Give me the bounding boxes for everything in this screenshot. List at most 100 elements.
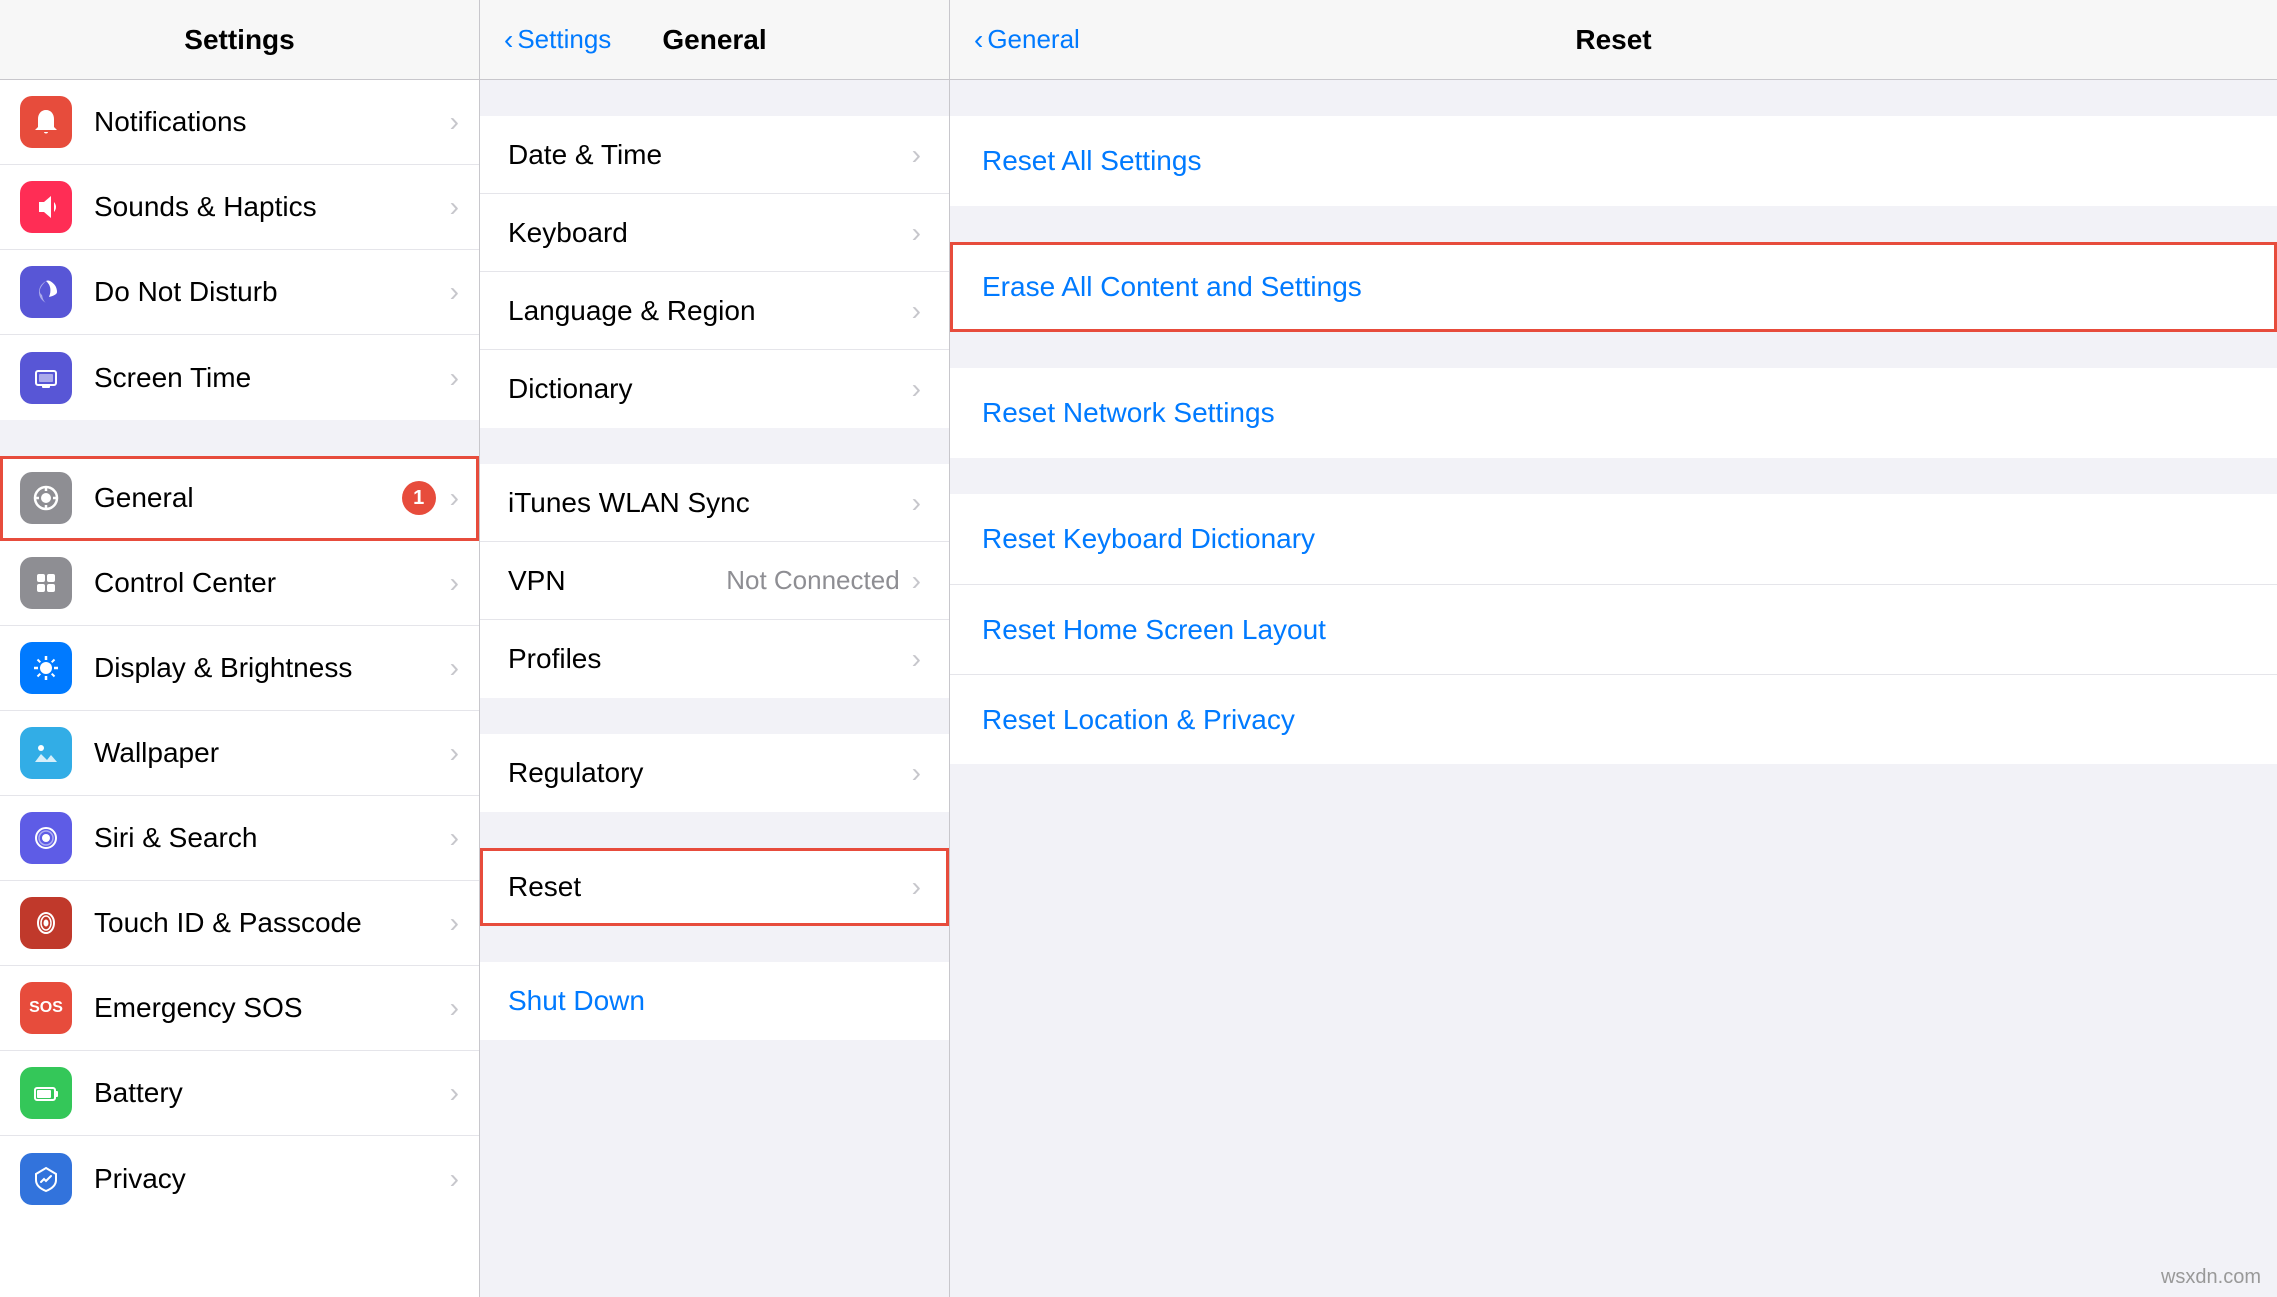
- sidebar-item-notifications[interactable]: Notifications ›: [0, 80, 479, 165]
- general-item-reset[interactable]: Reset ›: [480, 848, 949, 926]
- app-container: Settings Notifications › Sounds & Haptic…: [0, 0, 2277, 1297]
- shutdown-label: Shut Down: [508, 985, 921, 1017]
- general-nav-bar: ‹ Settings General: [480, 0, 949, 80]
- reset-back-button[interactable]: ‹ General: [974, 24, 1080, 55]
- general-item-itunes[interactable]: iTunes WLAN Sync ›: [480, 464, 949, 542]
- general-item-profiles[interactable]: Profiles ›: [480, 620, 949, 698]
- wallpaper-label: Wallpaper: [94, 737, 450, 769]
- siri-chevron: ›: [450, 822, 459, 854]
- general-item-keyboard[interactable]: Keyboard ›: [480, 194, 949, 272]
- battery-chevron: ›: [450, 1077, 459, 1109]
- reset-back-chevron: ‹: [974, 26, 983, 54]
- reset-item-keyboard[interactable]: Reset Keyboard Dictionary: [950, 494, 2277, 584]
- sidebar-item-touch-id[interactable]: Touch ID & Passcode ›: [0, 881, 479, 966]
- reset-back-label: General: [987, 24, 1080, 55]
- sounds-chevron: ›: [450, 191, 459, 223]
- sidebar-item-control-center[interactable]: Control Center ›: [0, 541, 479, 626]
- sidebar-item-sounds[interactable]: Sounds & Haptics ›: [0, 165, 479, 250]
- wallpaper-icon: [20, 727, 72, 779]
- display-label: Display & Brightness: [94, 652, 450, 684]
- sidebar-item-battery[interactable]: Battery ›: [0, 1051, 479, 1136]
- reset-list: Reset All Settings Erase All Content and…: [950, 80, 2277, 1297]
- display-icon: [20, 642, 72, 694]
- siri-label: Siri & Search: [94, 822, 450, 854]
- erase-all-label: Erase All Content and Settings: [982, 271, 2245, 303]
- reset-chevron: ›: [912, 871, 921, 903]
- reset-item-all-settings[interactable]: Reset All Settings: [950, 116, 2277, 206]
- reset-sep-top: [950, 80, 2277, 116]
- reset-label: Reset: [508, 871, 912, 903]
- sidebar-item-general[interactable]: General 1 ›: [0, 456, 479, 541]
- general-item-shutdown[interactable]: Shut Down: [480, 962, 949, 1040]
- dictionary-label: Dictionary: [508, 373, 912, 405]
- general-label: General: [94, 482, 402, 514]
- reset-item-erase-all[interactable]: Erase All Content and Settings: [950, 242, 2277, 332]
- reset-group-2: Erase All Content and Settings: [950, 242, 2277, 332]
- reset-sep-2: [950, 332, 2277, 368]
- sidebar-item-privacy[interactable]: Privacy ›: [0, 1136, 479, 1221]
- reset-item-home-screen[interactable]: Reset Home Screen Layout: [950, 584, 2277, 674]
- privacy-label: Privacy: [94, 1163, 450, 1195]
- profiles-chevron: ›: [912, 643, 921, 675]
- language-label: Language & Region: [508, 295, 912, 327]
- emergency-sos-chevron: ›: [450, 992, 459, 1024]
- reset-all-settings-label: Reset All Settings: [982, 145, 2245, 177]
- profiles-label: Profiles: [508, 643, 912, 675]
- siri-icon: [20, 812, 72, 864]
- reset-keyboard-label: Reset Keyboard Dictionary: [982, 523, 2245, 555]
- control-center-icon: [20, 557, 72, 609]
- notifications-chevron: ›: [450, 106, 459, 138]
- emergency-sos-icon: SOS: [20, 982, 72, 1034]
- sidebar-item-do-not-disturb[interactable]: Do Not Disturb ›: [0, 250, 479, 335]
- display-chevron: ›: [450, 652, 459, 684]
- sidebar-item-display[interactable]: Display & Brightness ›: [0, 626, 479, 711]
- general-icon: [20, 472, 72, 524]
- general-back-button[interactable]: ‹ Settings: [504, 24, 611, 55]
- touch-id-chevron: ›: [450, 907, 459, 939]
- screen-time-label: Screen Time: [94, 362, 450, 394]
- reset-network-label: Reset Network Settings: [982, 397, 2245, 429]
- reset-item-location[interactable]: Reset Location & Privacy: [950, 674, 2277, 764]
- general-item-date-time[interactable]: Date & Time ›: [480, 116, 949, 194]
- battery-label: Battery: [94, 1077, 450, 1109]
- general-group-1: Date & Time › Keyboard › Language & Regi…: [480, 116, 949, 428]
- itunes-chevron: ›: [912, 487, 921, 519]
- general-list: Date & Time › Keyboard › Language & Regi…: [480, 116, 949, 1297]
- privacy-chevron: ›: [450, 1163, 459, 1195]
- reset-group-4: Reset Keyboard Dictionary Reset Home Scr…: [950, 494, 2277, 764]
- dictionary-chevron: ›: [912, 373, 921, 405]
- general-sep-3: [480, 812, 949, 848]
- sidebar-item-wallpaper[interactable]: Wallpaper ›: [0, 711, 479, 796]
- sidebar-item-siri[interactable]: Siri & Search ›: [0, 796, 479, 881]
- general-chevron: ›: [450, 482, 459, 514]
- reset-group-1: Reset All Settings: [950, 116, 2277, 206]
- regulatory-label: Regulatory: [508, 757, 912, 789]
- dnd-icon: [20, 266, 72, 318]
- general-item-vpn[interactable]: VPN Not Connected ›: [480, 542, 949, 620]
- general-group-4: Reset ›: [480, 848, 949, 926]
- reset-sep-3: [950, 458, 2277, 494]
- notifications-icon: [20, 96, 72, 148]
- settings-group-1: Notifications › Sounds & Haptics › Do No…: [0, 80, 479, 420]
- dnd-label: Do Not Disturb: [94, 276, 450, 308]
- vpn-chevron: ›: [912, 565, 921, 597]
- battery-icon: [20, 1067, 72, 1119]
- reset-location-label: Reset Location & Privacy: [982, 704, 2245, 736]
- sidebar-item-emergency-sos[interactable]: SOS Emergency SOS ›: [0, 966, 479, 1051]
- general-top-gap: [480, 80, 949, 116]
- screen-time-icon: [20, 352, 72, 404]
- sidebar-item-screen-time[interactable]: Screen Time ›: [0, 335, 479, 420]
- general-item-dictionary[interactable]: Dictionary ›: [480, 350, 949, 428]
- control-center-label: Control Center: [94, 567, 450, 599]
- reset-item-network[interactable]: Reset Network Settings: [950, 368, 2277, 458]
- notifications-label: Notifications: [94, 106, 450, 138]
- general-item-regulatory[interactable]: Regulatory ›: [480, 734, 949, 812]
- general-item-language[interactable]: Language & Region ›: [480, 272, 949, 350]
- dnd-chevron: ›: [450, 276, 459, 308]
- itunes-label: iTunes WLAN Sync: [508, 487, 912, 519]
- date-time-label: Date & Time: [508, 139, 912, 171]
- reset-column: ‹ General Reset Reset All Settings Erase…: [950, 0, 2277, 1297]
- general-sep-2: [480, 698, 949, 734]
- vpn-label: VPN: [508, 565, 726, 597]
- settings-column: Settings Notifications › Sounds & Haptic…: [0, 0, 480, 1297]
